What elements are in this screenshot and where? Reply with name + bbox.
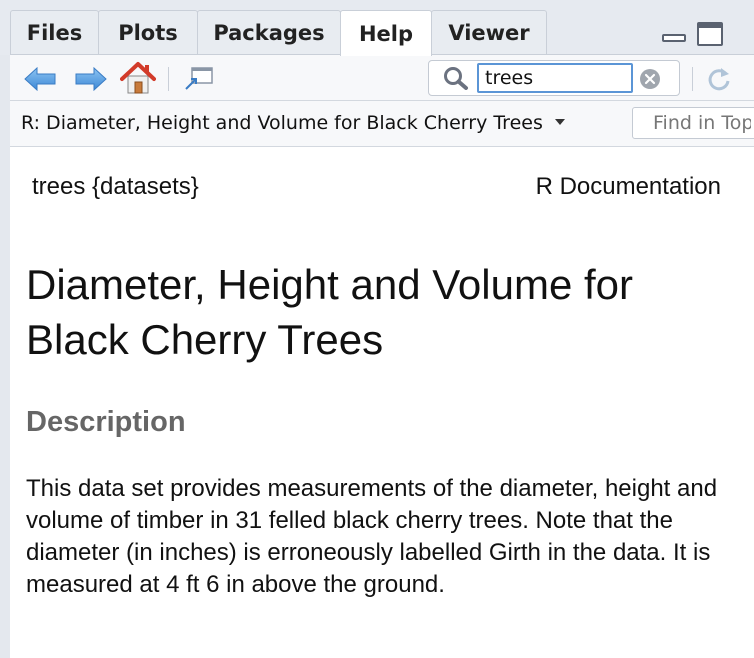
help-search-box: [428, 60, 680, 96]
help-document: trees {datasets} R Documentation Diamete…: [10, 147, 754, 658]
search-icon: [444, 67, 468, 90]
tab-viewer[interactable]: Viewer: [431, 10, 547, 55]
tab-packages[interactable]: Packages: [197, 10, 341, 55]
show-in-new-window-icon[interactable]: [184, 67, 214, 91]
tab-label: Plots: [118, 21, 178, 45]
arrow-left-icon[interactable]: [24, 67, 56, 91]
topic-bar: R: Diameter, Height and Volume for Black…: [10, 101, 754, 147]
topic-select-label: R: Diameter, Height and Volume for Black…: [21, 112, 543, 134]
tab-label: Viewer: [448, 21, 530, 45]
clear-search-icon[interactable]: [639, 68, 661, 90]
toolbar-divider: [692, 67, 693, 91]
tab-help[interactable]: Help: [340, 10, 432, 56]
chevron-down-icon: [554, 118, 565, 125]
maximize-pane-icon[interactable]: [697, 22, 723, 46]
package-label: trees {datasets}: [32, 173, 199, 200]
refresh-icon[interactable]: [704, 65, 734, 93]
page-title: Diameter, Height and Volume for Black Ch…: [26, 261, 633, 363]
help-search-input[interactable]: [477, 63, 633, 93]
toolbar-divider: [168, 67, 169, 91]
arrow-right-icon[interactable]: [75, 67, 107, 91]
help-toolbar: [10, 54, 754, 101]
tab-label: Files: [26, 21, 83, 45]
tab-files[interactable]: Files: [10, 10, 99, 55]
doc-source-label: R Documentation: [535, 173, 721, 200]
tab-label: Help: [358, 21, 414, 46]
section-heading: Description: [26, 406, 186, 438]
topic-history-dropdown[interactable]: R: Diameter, Height and Volume for Black…: [21, 112, 565, 138]
pane-tab-bar: Files Plots Packages Help Viewer: [0, 0, 754, 56]
tab-label: Packages: [213, 21, 325, 45]
find-in-topic-input[interactable]: [632, 107, 754, 139]
home-icon[interactable]: [120, 61, 156, 95]
minimize-pane-icon[interactable]: [660, 26, 686, 42]
tab-plots[interactable]: Plots: [98, 10, 198, 55]
help-pane: Files Plots Packages Help Viewer trees R…: [0, 0, 754, 658]
description-text: This data set provides measurements of t…: [26, 475, 718, 598]
